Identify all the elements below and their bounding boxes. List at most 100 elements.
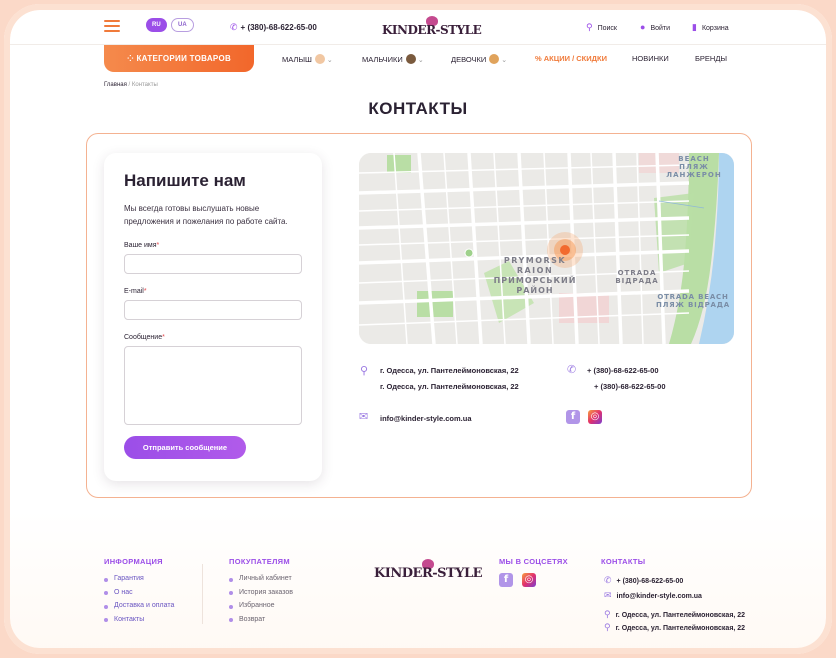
search-link[interactable]: ⚲ Поиск	[586, 22, 617, 33]
footer-link-returns[interactable]: Возврат	[229, 616, 293, 630]
map-label: ЛАНЖЕРОН	[666, 171, 721, 179]
message-label: Сообщение*	[124, 334, 302, 341]
contact-form: Напишите нам Мы всегда готовы выслушать …	[104, 153, 322, 481]
footer-address-2: ⚲ г. Одесса, ул. Пантелеймоновская, 22	[604, 622, 745, 633]
hamburger-menu-icon[interactable]	[104, 20, 120, 32]
email-input[interactable]	[124, 300, 302, 320]
map-label: RAION	[517, 266, 553, 275]
required-mark: *	[162, 334, 165, 341]
cart-icon: ▮	[692, 22, 697, 32]
contact-address-2: г. Одесса, ул. Пантелеймоновская, 22	[380, 382, 519, 391]
footer-email[interactable]: ✉ info@kinder-style.com.ua	[604, 590, 702, 601]
login-link[interactable]: ● Войти	[640, 22, 670, 32]
footer-logo-text: KINDER-STYLE	[374, 566, 483, 581]
contact-phone-2[interactable]: + (380)-68-622-65-00	[594, 382, 666, 391]
mail-icon: ✉	[604, 590, 612, 600]
boy-face-icon	[405, 54, 416, 64]
submit-button[interactable]: Отправить сообщение	[124, 436, 246, 459]
footer-buyers-list: Личный кабинет История заказов Избранное…	[229, 575, 293, 629]
map-label: РАЙОН	[516, 284, 553, 295]
girl-face-icon	[489, 54, 500, 64]
phone-icon: ✆	[604, 575, 612, 585]
footer-link-favorites[interactable]: Избранное	[229, 602, 293, 616]
phone-icon: ✆	[230, 22, 238, 32]
nav-item-label: АКЦИИ / СКИДКИ	[543, 54, 607, 63]
breadcrumb-home[interactable]: Главная	[104, 82, 127, 88]
required-mark: *	[143, 288, 147, 295]
email-label-text: E-mail	[124, 288, 144, 295]
map-label: ПЛЯЖ	[679, 163, 709, 171]
logo[interactable]: KINDER-STYLE	[382, 16, 482, 37]
footer-facebook-icon[interactable]: f	[499, 573, 513, 587]
footer-instagram-icon[interactable]: ◎	[522, 573, 536, 587]
name-label: Ваше имя*	[124, 242, 302, 249]
map[interactable]: PRYMORSK RAION ПРИМОРСЬКИЙ РАЙОН BEACH П…	[359, 153, 734, 344]
footer-info-list: Гарантия О нас Доставка и оплата Контакт…	[104, 575, 174, 629]
footer-address-1-text: г. Одесса, ул. Пантелеймоновская, 22	[615, 612, 746, 619]
map-label: ПРИМОРСЬКИЙ	[494, 274, 577, 285]
map-label: ВІДРАДА	[615, 277, 658, 285]
contact-phone-1[interactable]: + (380)-68-622-65-00	[587, 366, 659, 375]
footer-link-about[interactable]: О нас	[104, 589, 174, 603]
footer-link-contacts[interactable]: Контакты	[104, 616, 174, 630]
chevron-down-icon: ⌄	[326, 57, 333, 64]
footer-link-account[interactable]: Личный кабинет	[229, 575, 293, 589]
name-label-text: Ваше имя	[124, 242, 157, 249]
footer-logo[interactable]: KINDER-STYLE	[374, 559, 483, 581]
nav-item-label: ДЕВОЧКИ	[451, 55, 487, 64]
breadcrumb-current: Контакты	[131, 82, 158, 88]
footer-separator	[202, 564, 203, 624]
contact-address-1: г. Одесса, ул. Пантелеймоновская, 22	[380, 366, 519, 375]
footer-social-title: МЫ В СОЦСЕТЯХ	[499, 557, 568, 566]
nav-item-baby[interactable]: МАЛЫШ ⌄	[282, 54, 333, 64]
nav-item-girls[interactable]: ДЕВОЧКИ ⌄	[451, 54, 507, 64]
map-label: OTRADA BEACH	[657, 293, 728, 301]
footer-phone[interactable]: ✆ + (380)-68-622-65-00	[604, 575, 683, 586]
search-label: Поиск	[597, 25, 617, 32]
logo-text: KINDER-STYLE	[382, 23, 482, 37]
message-textarea[interactable]	[124, 346, 302, 425]
search-icon: ⚲	[586, 22, 593, 32]
header-phone[interactable]: ✆ + (380)-68-622-65-00	[230, 22, 317, 33]
location-pin-icon: ⚲	[604, 609, 611, 619]
footer-contacts-title: КОНТАКТЫ	[601, 557, 646, 566]
footer-address-1: ⚲ г. Одесса, ул. Пантелеймоновская, 22	[604, 609, 745, 620]
lang-ru-button[interactable]: RU	[146, 18, 167, 32]
top-bar: RU UA ✆ + (380)-68-622-65-00 KINDER-STYLE…	[4, 4, 832, 44]
page-frame: RU UA ✆ + (380)-68-622-65-00 KINDER-STYLE…	[4, 4, 832, 654]
lang-ua-button[interactable]: UA	[171, 18, 194, 32]
page-title: КОНТАКТЫ	[368, 99, 468, 118]
nav-item-label: МАЛЫШ	[282, 55, 312, 64]
form-title: Напишите нам	[124, 171, 246, 190]
contact-email[interactable]: info@kinder-style.com.ua	[380, 414, 472, 423]
baby-face-icon	[314, 54, 325, 64]
instagram-icon[interactable]: ◎	[588, 410, 602, 424]
required-mark: *	[156, 242, 160, 249]
nav-item-brands[interactable]: БРЕНДЫ	[695, 54, 727, 63]
cart-link[interactable]: ▮ Корзина	[692, 22, 729, 33]
footer-link-orders[interactable]: История заказов	[229, 589, 293, 603]
chevron-down-icon: ⌄	[501, 57, 508, 64]
footer-link-delivery[interactable]: Доставка и оплата	[104, 602, 174, 616]
footer-link-guarantee[interactable]: Гарантия	[104, 575, 174, 589]
footer-phone-text: + (380)-68-622-65-00	[616, 578, 684, 585]
map-label: OTRADA	[618, 269, 657, 277]
email-label: E-mail*	[124, 288, 302, 295]
location-pin-icon: ⚲	[604, 622, 611, 632]
catalog-button[interactable]: ⁘ КАТЕГОРИИ ТОВАРОВ	[104, 45, 254, 72]
map-label: ПЛЯЖ ВІДРАДА	[656, 301, 730, 309]
mail-icon: ✉	[359, 411, 369, 423]
nav-item-boys[interactable]: МАЛЬЧИКИ ⌄	[362, 54, 424, 64]
nav-item-sale[interactable]: % АКЦИИ / СКИДКИ	[535, 54, 607, 63]
user-icon: ●	[640, 22, 646, 32]
location-pin-icon: ⚲	[360, 365, 369, 377]
phone-icon: ✆	[567, 364, 577, 376]
cart-label: Корзина	[701, 25, 729, 32]
footer-info-title: ИНФОРМАЦИЯ	[104, 557, 163, 566]
percent-icon: %	[535, 54, 544, 63]
header-phone-text: + (380)-68-622-65-00	[240, 23, 317, 32]
nav-item-new[interactable]: НОВИНКИ	[632, 54, 669, 63]
name-input[interactable]	[124, 254, 302, 274]
footer-email-text: info@kinder-style.com.ua	[616, 593, 702, 600]
facebook-icon[interactable]: f	[566, 410, 580, 424]
